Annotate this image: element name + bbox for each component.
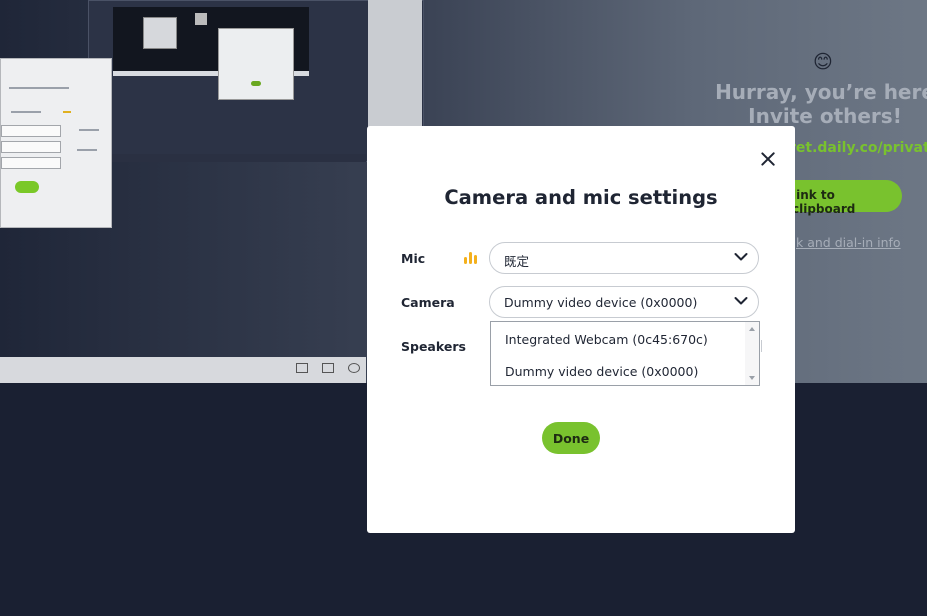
camera-options-list: Integrated Webcam (0c45:670c) Dummy vide… xyxy=(490,321,760,386)
dial-in-info-link[interactable]: k and dial-in info xyxy=(796,235,901,250)
camera-option[interactable]: Integrated Webcam (0c45:670c) xyxy=(505,332,708,347)
camera-label: Camera xyxy=(401,295,455,310)
mic-select[interactable]: 既定 xyxy=(489,242,759,274)
dropdown-scrollbar[interactable] xyxy=(745,322,759,385)
shared-settings-dialog-mirror xyxy=(0,58,112,228)
chevron-down-icon xyxy=(734,297,748,305)
camera-mic-settings-modal: Camera and mic settings Mic 既定 Camera Du… xyxy=(367,126,795,533)
camera-select-value: Dummy video device (0x0000) xyxy=(504,295,698,310)
smile-emoji-icon: 😊 xyxy=(813,51,833,73)
shared-thumbnail-small xyxy=(195,13,207,25)
invite-title: Hurray, you’re here Invite others! xyxy=(715,80,927,128)
mic-level-icon xyxy=(464,252,482,264)
camera-select[interactable]: Dummy video device (0x0000) xyxy=(489,286,759,318)
shared-taskbar xyxy=(0,357,366,383)
room-link[interactable]: ret.daily.co/private xyxy=(789,140,927,156)
scroll-up-icon[interactable] xyxy=(749,327,755,331)
mic-select-value: 既定 xyxy=(504,254,530,269)
camera-option[interactable]: Dummy video device (0x0000) xyxy=(505,364,698,379)
scroll-down-icon[interactable] xyxy=(749,376,755,380)
shared-mini-button xyxy=(251,81,261,86)
shared-thumbnail xyxy=(143,17,177,49)
speakers-label: Speakers xyxy=(401,339,466,354)
done-button[interactable]: Done xyxy=(542,422,600,454)
close-icon[interactable] xyxy=(757,148,779,170)
mic-label: Mic xyxy=(401,251,426,266)
shared-done-button xyxy=(15,181,39,193)
modal-title: Camera and mic settings xyxy=(444,186,718,209)
chevron-down-icon xyxy=(734,253,748,261)
shared-mini-dialog xyxy=(218,28,294,100)
